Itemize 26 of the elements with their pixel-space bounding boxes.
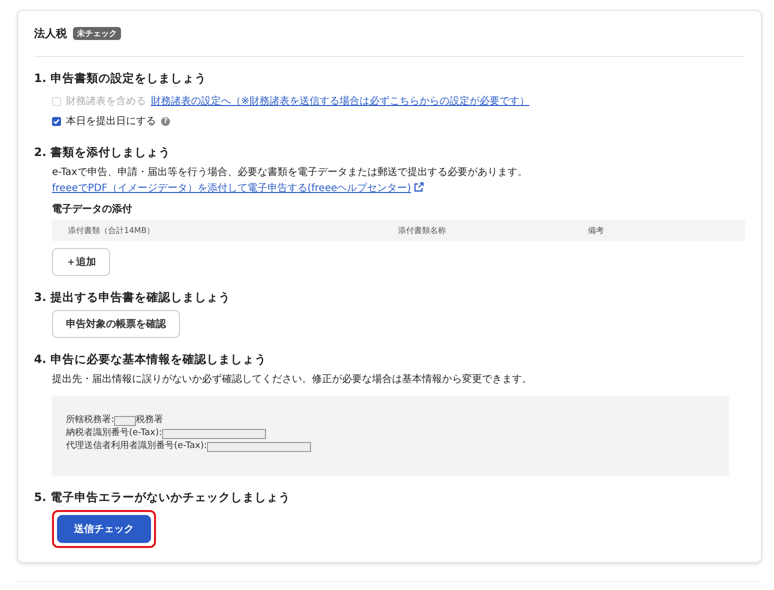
- card-title: 法人税: [34, 26, 67, 41]
- section-heading: 5. 電子申告エラーがないかチェックしましょう: [34, 490, 292, 505]
- checkbox-label: 財務諸表を含める: [66, 94, 146, 108]
- subheading: 電子データの添付: [52, 202, 133, 216]
- checkbox[interactable]: [52, 116, 61, 126]
- description: e-Taxで申告、申請・届出等を行う場合、必要な書類を電子データまたは郵送で提出する必要があります。: [52, 166, 528, 180]
- add-button[interactable]: ＋追加: [52, 248, 110, 276]
- checkbox-label: 本日を提出日にする: [66, 114, 156, 128]
- help-link[interactable]: freeeでPDF（イメージデータ）を添付して電子申告する(freeeヘルプセンター): [52, 183, 412, 194]
- section-heading: 2. 書類を添付しましょう: [34, 145, 172, 160]
- status-badge: 未チェック: [73, 27, 121, 40]
- section-heading: 1. 申告書類の設定をしましょう: [34, 71, 208, 86]
- masked-value: [114, 416, 136, 426]
- column-header: 添付書類（合計14MB）: [68, 225, 156, 236]
- confirm-forms-button[interactable]: 申告対象の帳票を確認: [52, 310, 180, 338]
- description: 提出先・届出情報に誤りがないか必ず確認してください。修正が必要な場合は基本情報から変更できます。: [52, 372, 533, 387]
- external-link-icon: [414, 182, 424, 192]
- column-header: 備考: [588, 225, 605, 236]
- column-header: 添付書類名称: [398, 225, 447, 236]
- section-heading: 3. 提出する申告書を確認しましょう: [34, 290, 232, 305]
- send-check-button[interactable]: 送信チェック: [57, 515, 151, 543]
- field-label: 代理送信者利用者識別番号(e-Tax):: [66, 440, 207, 453]
- section-heading: 4. 申告に必要な基本情報を確認しましょう: [34, 352, 268, 367]
- field-label: 納税者識別番号(e-Tax):: [66, 427, 162, 440]
- field-label: 所轄税務署:: [66, 414, 114, 427]
- field-suffix: 税務署: [136, 414, 164, 427]
